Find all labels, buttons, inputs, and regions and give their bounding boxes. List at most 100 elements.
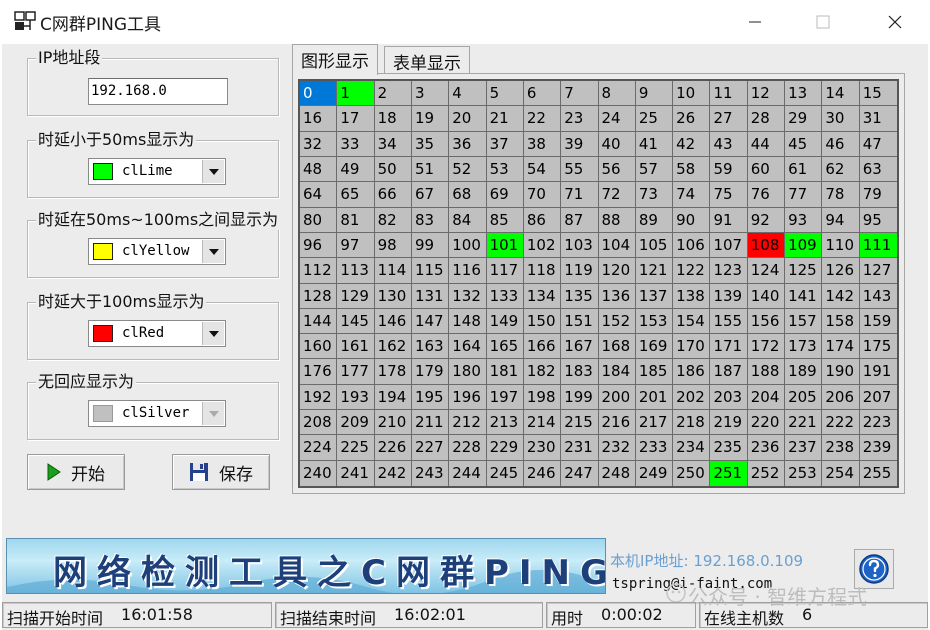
host-cell-70[interactable]: 70 bbox=[523, 182, 562, 208]
host-cell-36[interactable]: 36 bbox=[449, 131, 487, 157]
host-cell-59[interactable]: 59 bbox=[710, 156, 748, 183]
host-cell-231[interactable]: 231 bbox=[561, 435, 599, 461]
host-cell-172[interactable]: 172 bbox=[747, 334, 786, 360]
host-cell-48[interactable]: 48 bbox=[300, 156, 338, 183]
host-cell-99[interactable]: 99 bbox=[411, 232, 450, 259]
host-cell-165[interactable]: 165 bbox=[486, 334, 524, 360]
host-cell-98[interactable]: 98 bbox=[374, 232, 412, 259]
host-cell-20[interactable]: 20 bbox=[449, 106, 487, 132]
host-cell-55[interactable]: 55 bbox=[561, 156, 599, 183]
start-button[interactable]: 开始 bbox=[27, 454, 125, 490]
host-cell-238[interactable]: 238 bbox=[822, 435, 860, 461]
host-cell-73[interactable]: 73 bbox=[635, 182, 674, 208]
host-cell-160[interactable]: 160 bbox=[300, 334, 338, 360]
host-cell-11[interactable]: 11 bbox=[710, 81, 748, 107]
host-cell-106[interactable]: 106 bbox=[673, 232, 711, 259]
host-cell-115[interactable]: 115 bbox=[411, 258, 450, 284]
host-cell-234[interactable]: 234 bbox=[673, 435, 711, 461]
host-cell-168[interactable]: 168 bbox=[598, 334, 636, 360]
host-cell-155[interactable]: 155 bbox=[710, 308, 748, 335]
host-cell-233[interactable]: 233 bbox=[635, 435, 674, 461]
host-cell-65[interactable]: 65 bbox=[337, 182, 375, 208]
host-cell-0[interactable]: 0 bbox=[300, 81, 338, 107]
host-cell-19[interactable]: 19 bbox=[411, 106, 450, 132]
none-color-select[interactable]: clSilver bbox=[88, 400, 226, 427]
host-cell-208[interactable]: 208 bbox=[300, 410, 338, 436]
host-cell-40[interactable]: 40 bbox=[598, 131, 636, 157]
host-cell-30[interactable]: 30 bbox=[822, 106, 860, 132]
host-cell-228[interactable]: 228 bbox=[449, 435, 487, 461]
host-cell-167[interactable]: 167 bbox=[561, 334, 599, 360]
host-cell-158[interactable]: 158 bbox=[822, 308, 860, 335]
host-cell-120[interactable]: 120 bbox=[598, 258, 636, 284]
host-cell-161[interactable]: 161 bbox=[337, 334, 375, 360]
host-cell-95[interactable]: 95 bbox=[859, 208, 897, 233]
host-cell-237[interactable]: 237 bbox=[785, 435, 823, 461]
host-cell-119[interactable]: 119 bbox=[561, 258, 599, 284]
save-button[interactable]: 保存 bbox=[172, 454, 270, 490]
host-cell-53[interactable]: 53 bbox=[486, 156, 524, 183]
host-cell-94[interactable]: 94 bbox=[822, 207, 860, 233]
host-cell-123[interactable]: 123 bbox=[710, 258, 748, 284]
host-cell-89[interactable]: 89 bbox=[635, 207, 674, 233]
host-cell-45[interactable]: 45 bbox=[785, 131, 823, 157]
host-cell-203[interactable]: 203 bbox=[710, 384, 748, 411]
host-cell-121[interactable]: 121 bbox=[635, 258, 674, 284]
host-cell-33[interactable]: 33 bbox=[337, 131, 375, 157]
host-cell-112[interactable]: 112 bbox=[300, 258, 338, 284]
host-cell-1[interactable]: 1 bbox=[337, 81, 375, 107]
host-cell-191[interactable]: 191 bbox=[859, 359, 897, 385]
host-cell-146[interactable]: 146 bbox=[374, 308, 412, 335]
host-cell-92[interactable]: 92 bbox=[747, 207, 786, 233]
host-cell-206[interactable]: 206 bbox=[822, 384, 860, 411]
host-cell-184[interactable]: 184 bbox=[598, 359, 636, 385]
host-cell-141[interactable]: 141 bbox=[785, 283, 823, 309]
host-cell-137[interactable]: 137 bbox=[635, 283, 674, 309]
host-cell-217[interactable]: 217 bbox=[635, 410, 674, 436]
host-cell-222[interactable]: 222 bbox=[822, 410, 860, 436]
host-cell-80[interactable]: 80 bbox=[300, 207, 338, 233]
host-cell-150[interactable]: 150 bbox=[523, 308, 562, 335]
ip-range-input[interactable]: 192.168.0 bbox=[88, 78, 228, 105]
fast-color-select[interactable]: clLime bbox=[88, 158, 226, 185]
host-cell-244[interactable]: 244 bbox=[449, 460, 487, 486]
host-cell-175[interactable]: 175 bbox=[859, 334, 897, 360]
host-cell-75[interactable]: 75 bbox=[710, 182, 748, 208]
host-cell-177[interactable]: 177 bbox=[337, 359, 375, 385]
host-cell-125[interactable]: 125 bbox=[785, 258, 823, 284]
host-cell-127[interactable]: 127 bbox=[859, 258, 897, 284]
host-cell-100[interactable]: 100 bbox=[449, 232, 487, 259]
host-cell-152[interactable]: 152 bbox=[598, 308, 636, 335]
minimize-button[interactable] bbox=[740, 8, 770, 36]
host-cell-10[interactable]: 10 bbox=[673, 81, 711, 107]
host-cell-148[interactable]: 148 bbox=[449, 308, 487, 335]
host-cell-213[interactable]: 213 bbox=[486, 410, 524, 436]
host-cell-37[interactable]: 37 bbox=[486, 131, 524, 157]
host-cell-215[interactable]: 215 bbox=[561, 410, 599, 436]
host-cell-49[interactable]: 49 bbox=[337, 156, 375, 183]
host-cell-229[interactable]: 229 bbox=[486, 435, 524, 461]
host-cell-35[interactable]: 35 bbox=[411, 131, 450, 157]
host-cell-18[interactable]: 18 bbox=[374, 106, 412, 132]
maximize-button[interactable] bbox=[808, 8, 838, 36]
host-cell-171[interactable]: 171 bbox=[710, 334, 748, 360]
host-cell-96[interactable]: 96 bbox=[300, 232, 338, 259]
host-cell-44[interactable]: 44 bbox=[747, 131, 786, 157]
host-cell-220[interactable]: 220 bbox=[747, 410, 786, 436]
host-cell-197[interactable]: 197 bbox=[486, 384, 524, 411]
host-cell-5[interactable]: 5 bbox=[486, 81, 524, 107]
host-cell-71[interactable]: 71 bbox=[561, 182, 599, 208]
host-cell-186[interactable]: 186 bbox=[673, 359, 711, 385]
host-cell-15[interactable]: 15 bbox=[859, 81, 897, 107]
host-cell-28[interactable]: 28 bbox=[747, 106, 786, 132]
host-cell-60[interactable]: 60 bbox=[747, 156, 786, 183]
host-cell-107[interactable]: 107 bbox=[710, 232, 748, 259]
host-cell-81[interactable]: 81 bbox=[337, 207, 375, 233]
host-cell-235[interactable]: 235 bbox=[710, 435, 748, 461]
host-cell-226[interactable]: 226 bbox=[374, 435, 412, 461]
host-cell-202[interactable]: 202 bbox=[673, 384, 711, 411]
host-cell-178[interactable]: 178 bbox=[374, 359, 412, 385]
host-cell-201[interactable]: 201 bbox=[635, 384, 674, 411]
host-cell-176[interactable]: 176 bbox=[300, 359, 338, 385]
host-cell-253[interactable]: 253 bbox=[785, 460, 823, 486]
